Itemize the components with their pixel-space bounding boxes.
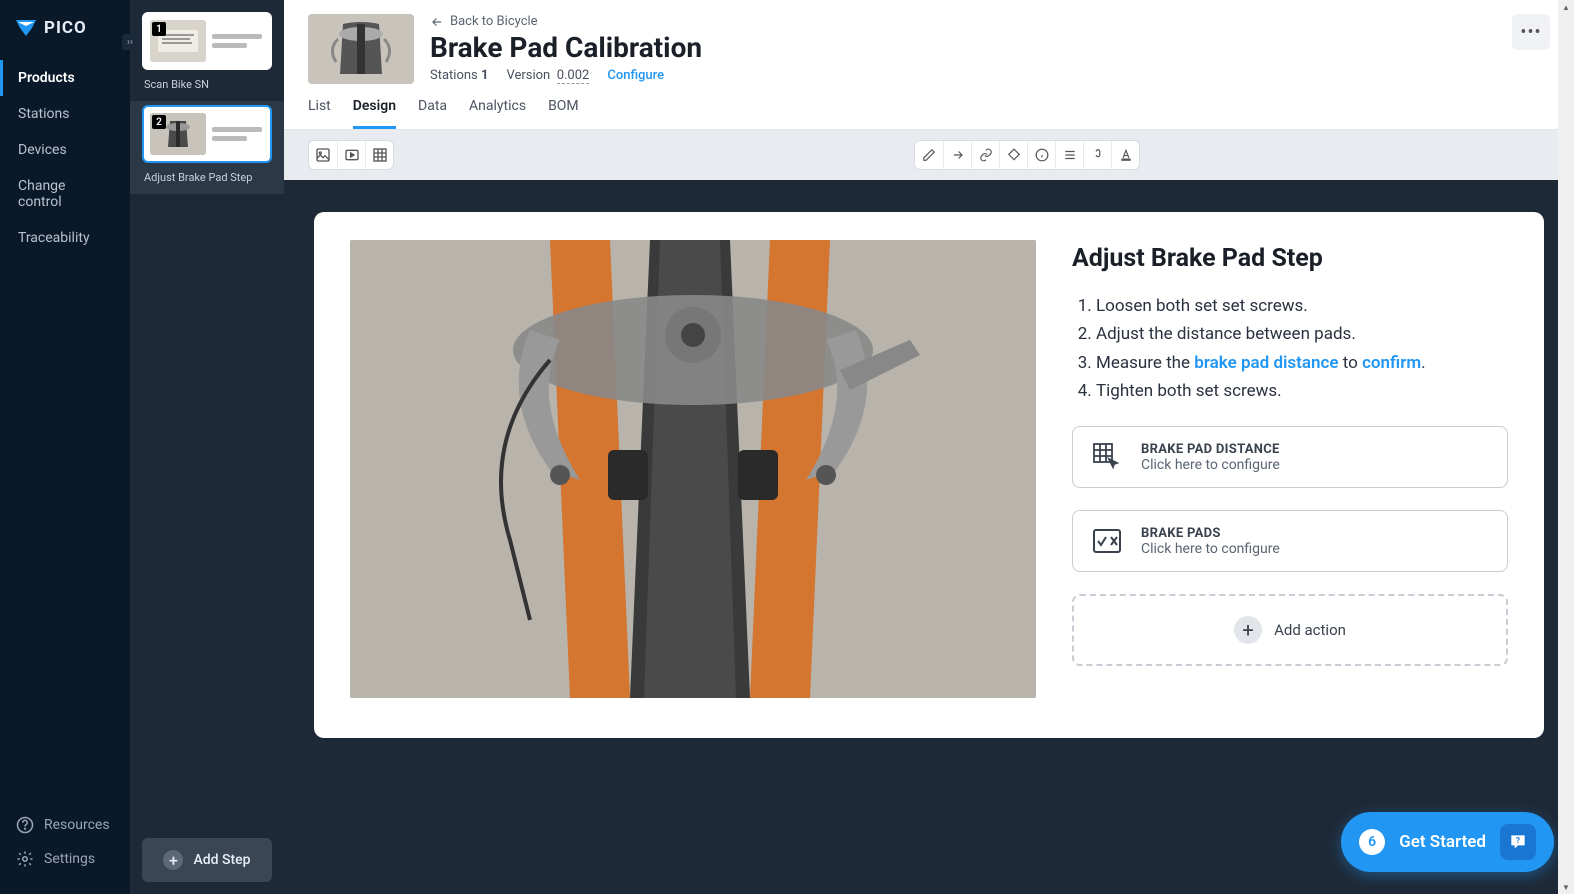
- text-color-button[interactable]: [1111, 141, 1139, 169]
- sidebar-settings-label: Settings: [44, 851, 95, 867]
- step-title: Adjust Brake Pad Step: [1072, 244, 1508, 273]
- arrow-left-icon: [430, 15, 444, 29]
- vertical-scrollbar[interactable]: ▲ ▼: [1558, 0, 1574, 894]
- scroll-down-arrow[interactable]: ▼: [1558, 880, 1574, 894]
- edit-button[interactable]: [915, 141, 943, 169]
- collapse-sidebar-button[interactable]: ››: [122, 34, 138, 50]
- step-card-1[interactable]: 1 Scan Bike SN: [130, 8, 284, 101]
- image-icon: [315, 147, 331, 163]
- sidebar-item-products[interactable]: Products: [0, 60, 130, 96]
- action-brake-pads[interactable]: BRAKE PADS Click here to configure: [1072, 510, 1508, 572]
- tab-design[interactable]: Design: [353, 98, 396, 129]
- action-title: BRAKE PADS: [1141, 526, 1280, 541]
- plus-icon: +: [163, 850, 183, 870]
- sidebar: PICO ›› Products Stations Devices Change…: [0, 0, 130, 894]
- check-x-icon: [1091, 525, 1123, 557]
- toolbar: [284, 130, 1574, 180]
- arrow-button[interactable]: [943, 141, 971, 169]
- grid-click-icon: [1091, 441, 1123, 473]
- link-icon: [979, 148, 993, 162]
- attach-button[interactable]: [1083, 141, 1111, 169]
- instruction-item[interactable]: Measure the brake pad distance to confir…: [1096, 350, 1508, 376]
- sidebar-item-devices[interactable]: Devices: [0, 132, 130, 168]
- brand-name: PICO: [44, 18, 87, 38]
- instruction-item[interactable]: Tighten both set screws.: [1096, 378, 1508, 404]
- list-icon: [1063, 148, 1077, 162]
- confirm-link[interactable]: confirm: [1362, 353, 1421, 373]
- arrow-right-icon: [951, 148, 965, 162]
- step-card-2[interactable]: 2 Adjust Brake Pad Step: [130, 101, 284, 194]
- tab-list[interactable]: List: [308, 98, 331, 129]
- link-button[interactable]: [971, 141, 999, 169]
- logo-icon: [14, 16, 38, 40]
- action-title: BRAKE PAD DISTANCE: [1141, 442, 1280, 457]
- table-icon: [372, 147, 388, 163]
- info-icon: [1035, 148, 1049, 162]
- stations-meta: Stations 1: [430, 68, 488, 83]
- step-number: 1: [152, 22, 166, 36]
- list-button[interactable]: [1055, 141, 1083, 169]
- action-subtitle: Click here to configure: [1141, 457, 1280, 473]
- scroll-up-arrow[interactable]: ▲: [1558, 0, 1574, 14]
- help-chat-icon[interactable]: ?: [1500, 824, 1536, 860]
- add-step-label: Add Step: [193, 852, 250, 868]
- tag-icon: [1007, 148, 1021, 162]
- insert-table-button[interactable]: [365, 141, 393, 169]
- insert-video-button[interactable]: [337, 141, 365, 169]
- pencil-icon: [922, 148, 936, 162]
- tab-analytics[interactable]: Analytics: [469, 98, 526, 129]
- back-link[interactable]: Back to Bicycle: [430, 14, 1512, 29]
- action-brake-pad-distance[interactable]: BRAKE PAD DISTANCE Click here to configu…: [1072, 426, 1508, 488]
- action-subtitle: Click here to configure: [1141, 541, 1280, 557]
- add-action-label: Add action: [1274, 621, 1346, 639]
- sidebar-settings[interactable]: Settings: [16, 842, 114, 876]
- canvas-area: Adjust Brake Pad Step Loosen both set se…: [284, 180, 1574, 894]
- add-step-button[interactable]: + Add Step: [142, 838, 272, 882]
- sidebar-resources[interactable]: Resources: [16, 808, 114, 842]
- header-thumbnail: [308, 14, 414, 84]
- text-color-icon: [1119, 148, 1133, 162]
- main-area: Back to Bicycle Brake Pad Calibration St…: [284, 0, 1574, 894]
- insert-image-button[interactable]: [309, 141, 337, 169]
- sidebar-item-stations[interactable]: Stations: [0, 96, 130, 132]
- instruction-item[interactable]: Loosen both set set screws.: [1096, 293, 1508, 319]
- step-label: Adjust Brake Pad Step: [130, 167, 284, 194]
- chain-icon: [1091, 148, 1105, 162]
- get-started-label: Get Started: [1399, 832, 1486, 852]
- add-action-button[interactable]: + Add action: [1072, 594, 1508, 666]
- step-main-image[interactable]: [350, 240, 1036, 698]
- instruction-item[interactable]: Adjust the distance between pads.: [1096, 321, 1508, 347]
- toolbar-media-group: [308, 140, 394, 170]
- sidebar-nav: Products Stations Devices Change control…: [0, 60, 130, 794]
- version-meta[interactable]: Version 0.002: [506, 68, 589, 83]
- tab-bom[interactable]: BOM: [548, 98, 579, 129]
- toolbar-format-group: [914, 140, 1140, 170]
- steps-panel: 1 Scan Bike SN 2 Adjust Brake Pad Step +…: [130, 0, 284, 894]
- page-header: Back to Bicycle Brake Pad Calibration St…: [284, 0, 1574, 84]
- get-started-count: 6: [1359, 829, 1385, 855]
- tabs: List Design Data Analytics BOM: [284, 84, 1574, 130]
- info-button[interactable]: [1027, 141, 1055, 169]
- tab-data[interactable]: Data: [418, 98, 447, 129]
- gear-icon: [16, 850, 34, 868]
- sidebar-item-change-control[interactable]: Change control: [0, 168, 130, 220]
- brand-logo: PICO: [0, 0, 130, 60]
- instructions-list: Loosen both set set screws. Adjust the d…: [1072, 293, 1508, 404]
- sidebar-item-traceability[interactable]: Traceability: [0, 220, 130, 256]
- plus-icon: +: [1234, 616, 1262, 644]
- step-editor: Adjust Brake Pad Step Loosen both set se…: [314, 212, 1544, 738]
- more-button[interactable]: •••: [1512, 14, 1550, 50]
- step-label: Scan Bike SN: [130, 74, 284, 101]
- help-icon: [16, 816, 34, 834]
- video-icon: [344, 147, 360, 163]
- tag-button[interactable]: [999, 141, 1027, 169]
- back-link-label: Back to Bicycle: [450, 14, 538, 29]
- brake-pad-distance-link[interactable]: brake pad distance: [1194, 353, 1338, 373]
- get-started-pill[interactable]: 6 Get Started ?: [1341, 812, 1554, 872]
- step-number: 2: [152, 115, 166, 129]
- sidebar-resources-label: Resources: [44, 817, 110, 833]
- configure-link[interactable]: Configure: [607, 68, 664, 83]
- svg-text:?: ?: [1516, 836, 1520, 846]
- page-title: Brake Pad Calibration: [430, 31, 1512, 64]
